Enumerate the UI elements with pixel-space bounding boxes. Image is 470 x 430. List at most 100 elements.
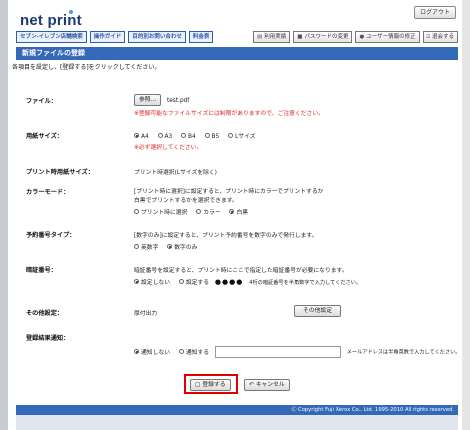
nav-withdraw[interactable]: ⍈ 退会する — [422, 31, 458, 43]
other-settings-value: 厚付出力 — [134, 311, 158, 317]
scrollbar[interactable] — [462, 0, 470, 430]
radio-icon[interactable] — [134, 279, 139, 284]
radio-icon[interactable] — [178, 348, 184, 354]
copyright-bar: Ⓒ Copyright Fuji Xerox Co., Ltd. 1995-20… — [16, 405, 458, 415]
reservation-type-options: 英数字 数字のみ — [134, 242, 204, 251]
document-icon: ▢ — [195, 382, 201, 388]
nav-user-info[interactable]: ● ユーザー情報の修正 — [355, 31, 420, 43]
nav-guide[interactable]: 操作ガイド — [89, 31, 126, 43]
radio-icon[interactable] — [228, 133, 234, 138]
paper-l-option[interactable]: Lサイズ — [228, 133, 256, 140]
radio-icon[interactable] — [134, 348, 139, 354]
nav-contact[interactable]: 目的別お問い合わせ — [128, 31, 186, 43]
file-name: test.pdf — [166, 97, 190, 104]
pin-hint: 4桁の暗証番号を半角数字で入力してください。 — [249, 280, 362, 286]
option-label: Lサイズ — [235, 134, 256, 140]
radio-icon[interactable] — [134, 244, 139, 249]
nav-withdraw-label: 退会する — [431, 34, 454, 40]
paper-b5-option[interactable]: B5 — [204, 133, 220, 140]
bottom-bar — [16, 415, 458, 430]
cancel-wrap: ↶ キャンセル — [244, 379, 290, 391]
print-paper-size-label: プリント時用紙サイズ： — [26, 169, 94, 176]
logout-button[interactable]: ログアウト — [413, 6, 456, 19]
option-label: B5 — [211, 134, 220, 140]
color-select-at-print-option[interactable]: プリント時に選択 — [134, 209, 188, 216]
radio-icon[interactable] — [167, 244, 173, 249]
option-label: 白黒 — [236, 210, 249, 216]
notify-on-option[interactable]: 通知する — [178, 348, 209, 356]
nav-bar: セブン-イレブン店舗検索 操作ガイド 目的別お問い合わせ 料金表 ▤ 利用実績 ■… — [16, 31, 458, 45]
pin-desc: 暗証番号を設定すると、プリント時にここで指定した暗証番号が必要になります。 — [134, 268, 348, 274]
nav-password[interactable]: ■ パスワードの変更 — [293, 31, 353, 43]
nav-password-label: パスワードの変更 — [304, 34, 349, 40]
nav-store-search[interactable]: セブン-イレブン店舗検索 — [16, 31, 87, 43]
notify-options: 通知しない 通知する メールアドレスは半角英数で入力してください。 — [134, 346, 461, 358]
file-row: 参照... test.pdf — [134, 94, 189, 106]
color-mode-desc2: 白黒でプリントするかを選択できます。 — [134, 198, 238, 204]
pin-off-option[interactable]: 設定しない — [134, 279, 170, 286]
option-label: プリント時に選択 — [141, 210, 188, 216]
paper-a3-option[interactable]: A3 — [157, 133, 173, 140]
reservation-digits-option[interactable]: 数字のみ — [167, 244, 198, 251]
option-label: 英数字 — [141, 245, 159, 251]
option-label: カラー — [203, 210, 221, 216]
radio-icon[interactable] — [134, 133, 139, 138]
paper-a4-option[interactable]: A4 — [134, 133, 149, 140]
color-mono-option[interactable]: 白黒 — [229, 209, 249, 216]
color-mode-label: カラーモード： — [26, 189, 70, 196]
notify-off-option[interactable]: 通知しない — [134, 348, 170, 356]
logo-dot-icon — [69, 10, 73, 14]
file-label: ファイル： — [26, 98, 57, 105]
nav-history[interactable]: ▤ 利用実績 — [253, 31, 291, 43]
register-label: 登録する — [202, 382, 226, 388]
page-title: 新規ファイルの登録 — [16, 47, 458, 60]
browse-button[interactable]: 参照... — [134, 94, 162, 106]
pin-label: 暗証番号： — [26, 267, 57, 274]
option-label: 数字のみ — [174, 245, 198, 251]
logo-text: net print — [20, 12, 82, 29]
radio-icon[interactable] — [181, 133, 186, 138]
option-label: B4 — [188, 134, 196, 140]
other-settings-label: その他設定： — [26, 310, 64, 317]
user-icon: ● — [359, 34, 365, 40]
notify-label: 登録結果通知： — [26, 335, 70, 342]
color-color-option[interactable]: カラー — [196, 209, 221, 216]
nav-pricing[interactable]: 料金表 — [188, 31, 214, 43]
radio-icon[interactable] — [196, 209, 202, 214]
radio-icon[interactable] — [157, 133, 163, 138]
register-button[interactable]: ▢ 登録する — [190, 379, 231, 391]
color-mode-options: プリント時に選択 カラー 白黒 — [134, 207, 255, 216]
nav-history-label: 利用実績 — [264, 34, 287, 40]
instruction-text: 各項目を設定し、[登録する]をクリックしてください。 — [12, 64, 161, 71]
option-label: 設定する — [185, 280, 210, 286]
netprint-logo[interactable]: net print — [20, 10, 82, 29]
paper-size-note: ※必ず選択してください。 — [134, 145, 203, 151]
option-label: 設定しない — [141, 280, 170, 286]
page: net print ログアウト セブン-イレブン店舗検索 操作ガイド 目的別お問… — [8, 0, 462, 430]
print-paper-size-value: プリント時選択(Lサイズを除く) — [134, 170, 217, 176]
other-settings-button[interactable]: その他設定 — [294, 305, 341, 317]
file-size-warning: ※登録可能なファイルサイズには制限がありますので、ご注意ください。 — [134, 111, 324, 117]
radio-icon[interactable] — [204, 133, 210, 138]
option-label: 通知しない — [141, 349, 170, 356]
email-hint: メールアドレスは半角英数で入力してください。 — [346, 349, 461, 356]
option-label: A3 — [164, 134, 173, 140]
other-settings-button-wrap: その他設定 — [294, 305, 341, 317]
register-highlight: ▢ 登録する — [184, 374, 238, 394]
header: net print ログアウト — [8, 0, 462, 34]
radio-icon[interactable] — [178, 279, 184, 284]
cancel-label: キャンセル — [255, 382, 285, 388]
pin-options: 設定しない 設定する ●●●● 4桁の暗証番号を半角数字で入力してください。 — [134, 277, 361, 286]
reservation-alnum-option[interactable]: 英数字 — [134, 244, 159, 251]
radio-icon[interactable] — [229, 209, 235, 214]
cancel-button[interactable]: ↶ キャンセル — [244, 379, 290, 391]
back-arrow-icon: ↶ — [249, 382, 254, 388]
radio-icon[interactable] — [134, 209, 139, 214]
pin-masked-input[interactable]: ●●●● — [215, 278, 243, 286]
nav-right: ▤ 利用実績 ■ パスワードの変更 ● ユーザー情報の修正 ⍈ 退会する — [253, 31, 458, 43]
pin-on-option[interactable]: 設定する — [178, 279, 210, 286]
email-input[interactable] — [214, 346, 341, 358]
paper-b4-option[interactable]: B4 — [181, 133, 196, 140]
lock-icon: ■ — [297, 34, 303, 40]
paper-size-label: 用紙サイズ： — [26, 133, 63, 140]
